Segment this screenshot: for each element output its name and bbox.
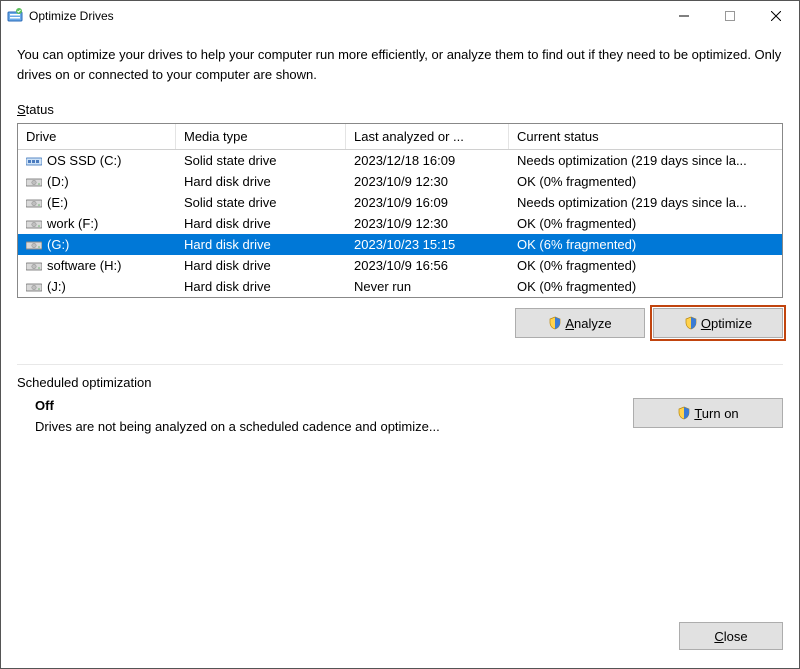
table-row[interactable]: (D:) Hard disk drive2023/10/9 12:30OK (0%… (18, 171, 782, 192)
drive-icon (26, 239, 42, 251)
drive-last: 2023/12/18 16:09 (346, 150, 509, 171)
drive-last: 2023/10/9 12:30 (346, 213, 509, 234)
intro-text: You can optimize your drives to help you… (17, 45, 783, 84)
table-row[interactable]: (G:) Hard disk drive2023/10/23 15:15OK (6… (18, 234, 782, 255)
table-row[interactable]: (E:) Solid state drive2023/10/9 16:09Need… (18, 192, 782, 213)
drive-media: Solid state drive (176, 150, 346, 171)
drive-media: Hard disk drive (176, 276, 346, 297)
schedule-label: Scheduled optimization (17, 375, 783, 390)
drive-icon (26, 155, 42, 167)
drive-last: 2023/10/9 16:09 (346, 192, 509, 213)
drive-name: software (H:) (47, 258, 121, 273)
close-window-button[interactable] (753, 1, 799, 31)
shield-icon (548, 316, 562, 330)
drive-last: 2023/10/9 12:30 (346, 171, 509, 192)
maximize-button[interactable] (707, 1, 753, 31)
app-icon (7, 8, 23, 24)
schedule-state: Off (35, 398, 621, 413)
analyze-button[interactable]: Analyze (515, 308, 645, 338)
drive-media: Hard disk drive (176, 234, 346, 255)
drive-last: 2023/10/23 15:15 (346, 234, 509, 255)
drive-status: OK (0% fragmented) (509, 213, 782, 234)
drive-name: (J:) (47, 279, 66, 294)
table-header: Drive Media type Last analyzed or ... Cu… (18, 124, 782, 150)
titlebar: Optimize Drives (1, 1, 799, 31)
drive-name: (E:) (47, 195, 68, 210)
optimize-button[interactable]: Optimize (653, 308, 783, 338)
turn-on-button[interactable]: Turn on (633, 398, 783, 428)
drive-last: Never run (346, 276, 509, 297)
drive-icon (26, 260, 42, 272)
drive-icon (26, 197, 42, 209)
drive-name: work (F:) (47, 216, 98, 231)
drive-icon (26, 218, 42, 230)
drive-status: OK (6% fragmented) (509, 234, 782, 255)
drive-media: Hard disk drive (176, 255, 346, 276)
drive-media: Hard disk drive (176, 213, 346, 234)
drive-status: OK (0% fragmented) (509, 171, 782, 192)
drives-table: Drive Media type Last analyzed or ... Cu… (17, 123, 783, 298)
col-status[interactable]: Current status (509, 124, 782, 149)
drive-status: Needs optimization (219 days since la... (509, 150, 782, 171)
col-media[interactable]: Media type (176, 124, 346, 149)
minimize-button[interactable] (661, 1, 707, 31)
drive-name: (G:) (47, 237, 69, 252)
drive-status: OK (0% fragmented) (509, 276, 782, 297)
drive-last: 2023/10/9 16:56 (346, 255, 509, 276)
shield-icon (684, 316, 698, 330)
drive-name: OS SSD (C:) (47, 153, 121, 168)
drive-media: Solid state drive (176, 192, 346, 213)
table-row[interactable]: (J:) Hard disk driveNever runOK (0% fragm… (18, 276, 782, 297)
window-frame: Optimize Drives You can optimize your dr… (0, 0, 800, 669)
shield-icon (677, 406, 691, 420)
schedule-desc: Drives are not being analyzed on a sched… (35, 419, 621, 434)
drive-media: Hard disk drive (176, 171, 346, 192)
window-title: Optimize Drives (29, 9, 114, 23)
col-last[interactable]: Last analyzed or ... (346, 124, 509, 149)
table-row[interactable]: OS SSD (C:) Solid state drive2023/12/18 1… (18, 150, 782, 171)
drive-status: OK (0% fragmented) (509, 255, 782, 276)
table-row[interactable]: software (H:) Hard disk drive2023/10/9 16… (18, 255, 782, 276)
col-drive[interactable]: Drive (18, 124, 176, 149)
status-label: Status (17, 102, 783, 117)
close-button[interactable]: Close (679, 622, 783, 650)
drive-icon (26, 176, 42, 188)
table-row[interactable]: work (F:) Hard disk drive2023/10/9 12:30O… (18, 213, 782, 234)
drive-icon (26, 281, 42, 293)
drive-status: Needs optimization (219 days since la... (509, 192, 782, 213)
drive-name: (D:) (47, 174, 69, 189)
